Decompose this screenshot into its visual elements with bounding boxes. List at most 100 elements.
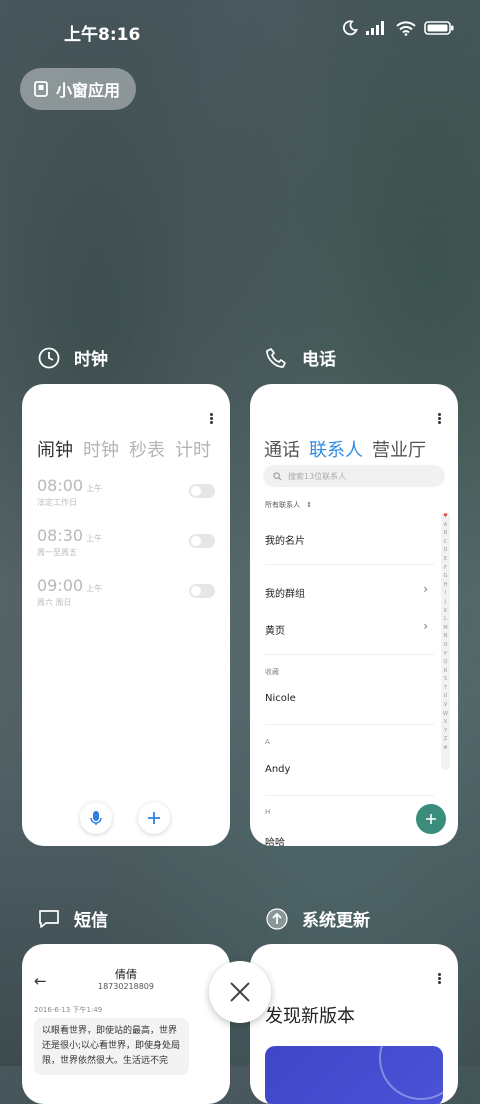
- sort-icon: ⇕: [306, 501, 313, 509]
- alphabet-index-letter[interactable]: P: [441, 650, 450, 659]
- alarm-repeat: 周一至周五: [37, 548, 77, 557]
- tab-stopwatch[interactable]: 秒表: [129, 436, 165, 462]
- wifi-icon: [396, 20, 416, 36]
- alarm-time: 09:00: [37, 576, 84, 595]
- voice-alarm-button[interactable]: [80, 802, 112, 834]
- banner-decoration: [379, 1046, 443, 1100]
- alphabet-index-letter[interactable]: R: [441, 667, 450, 676]
- divider: [265, 654, 434, 655]
- alphabet-index-letter[interactable]: O: [441, 641, 450, 650]
- alphabet-index-letter[interactable]: F: [441, 564, 450, 573]
- alarm-toggle[interactable]: [189, 584, 215, 598]
- alphabet-index-letter[interactable]: N: [441, 632, 450, 641]
- alarm-repeat: 周六 周日: [37, 598, 72, 607]
- close-icon: [230, 982, 250, 1002]
- microphone-icon: [90, 811, 102, 825]
- contact-andy[interactable]: Andy: [265, 764, 290, 775]
- alphabet-index-letter[interactable]: E: [441, 555, 450, 564]
- my-groups-item[interactable]: 我的群组: [265, 585, 305, 600]
- update-app-card[interactable]: 发现新版本: [250, 944, 458, 1104]
- alphabet-index-letter[interactable]: ♥: [441, 512, 450, 521]
- sms-message-bubble[interactable]: 以眼看世界，即使站的最高，世界还是很小;以心看世界，即使身处局限，世界依然很大。…: [34, 1018, 189, 1075]
- alphabet-index-letter[interactable]: K: [441, 607, 450, 616]
- system-update-icon: [266, 907, 288, 930]
- tab-calls[interactable]: 通话: [264, 436, 300, 462]
- alphabet-index-letter[interactable]: M: [441, 624, 450, 633]
- clock-app-header[interactable]: 时钟: [38, 345, 108, 370]
- contact-search-input[interactable]: 搜索13位联系人: [263, 465, 445, 487]
- sms-app-header[interactable]: 短信: [38, 906, 108, 931]
- alphabet-index-letter[interactable]: #: [441, 744, 450, 753]
- alarm-toggle[interactable]: [189, 484, 215, 498]
- alarm-time: 08:30: [37, 526, 84, 545]
- alphabet-index-letter[interactable]: U: [441, 692, 450, 701]
- section-h-label: H: [265, 808, 271, 816]
- update-app-header[interactable]: 系统更新: [266, 906, 370, 931]
- alarm-toggle[interactable]: [189, 534, 215, 548]
- sms-contact-name: 倩倩: [115, 968, 137, 981]
- contact-nicole[interactable]: Nicole: [265, 693, 296, 704]
- contact-haha[interactable]: 哈哈: [265, 834, 285, 846]
- clock-app-name: 时钟: [74, 350, 108, 370]
- alphabet-index-letter[interactable]: J: [441, 598, 450, 607]
- alphabet-index-letter[interactable]: W: [441, 710, 450, 719]
- plus-icon: [426, 814, 436, 824]
- tab-timer[interactable]: 计时: [175, 436, 211, 462]
- moon-icon: [342, 20, 358, 36]
- divider: [265, 795, 434, 796]
- phone-app-card[interactable]: 通话 联系人 营业厅 搜索13位联系人 所有联系人 ⇕ 我的名片 我的群组 › …: [250, 384, 458, 846]
- alphabet-index-letter[interactable]: L: [441, 615, 450, 624]
- more-options-icon[interactable]: [438, 412, 442, 425]
- alphabet-index-letter[interactable]: Y: [441, 727, 450, 736]
- my-card-item[interactable]: 我的名片: [265, 532, 305, 547]
- update-banner: [265, 1046, 443, 1104]
- alphabet-index-letter[interactable]: G: [441, 572, 450, 581]
- phone-app-header[interactable]: 电话: [266, 345, 336, 370]
- phone-icon: [266, 347, 286, 368]
- sms-contact-number: 18730218809: [98, 982, 154, 991]
- alphabet-index-letter[interactable]: B: [441, 529, 450, 538]
- tab-service-hall[interactable]: 营业厅: [372, 436, 426, 462]
- filter-label: 所有联系人: [265, 501, 300, 509]
- contact-filter-dropdown[interactable]: 所有联系人 ⇕: [265, 500, 312, 510]
- yellow-pages-item[interactable]: 黄页: [265, 622, 285, 637]
- tab-alarm[interactable]: 闹钟: [37, 436, 73, 462]
- alphabet-index-letter[interactable]: Q: [441, 658, 450, 667]
- alphabet-index-letter[interactable]: V: [441, 701, 450, 710]
- tab-contacts[interactable]: 联系人: [309, 436, 363, 462]
- tab-clock[interactable]: 时钟: [83, 436, 119, 462]
- alphabet-index-letter[interactable]: H: [441, 581, 450, 590]
- more-options-icon[interactable]: [438, 972, 442, 985]
- alphabet-index-letter[interactable]: I: [441, 589, 450, 598]
- alarm-ampm: 上午: [86, 534, 103, 543]
- alphabet-index-letter[interactable]: C: [441, 538, 450, 547]
- close-all-button[interactable]: [209, 961, 271, 1023]
- alphabet-index-letter[interactable]: D: [441, 546, 450, 555]
- clock-tabs: 闹钟 时钟 秒表 计时: [37, 436, 211, 462]
- status-time: 上午8:16: [64, 25, 141, 45]
- divider: [265, 564, 434, 565]
- small-window-apps-button[interactable]: 小窗应用: [20, 68, 137, 110]
- sms-app-card[interactable]: ← 倩倩 18730218809 2016-6-13 下午1:49 以眼看世界，…: [22, 944, 230, 1104]
- clock-icon: [38, 347, 60, 368]
- signal-icon: [366, 21, 384, 35]
- sms-app-name: 短信: [74, 911, 108, 931]
- battery-icon: [424, 21, 454, 35]
- section-a-label: A: [265, 738, 270, 746]
- chevron-right-icon: ›: [423, 619, 428, 633]
- alarm-time: 08:00: [37, 476, 84, 495]
- add-contact-button[interactable]: [416, 804, 446, 834]
- add-alarm-button[interactable]: [138, 802, 170, 834]
- alarm-repeat: 法定工作日: [37, 498, 77, 507]
- alphabet-index-letter[interactable]: X: [441, 718, 450, 727]
- clock-app-card[interactable]: 闹钟 时钟 秒表 计时 08:00 上午 法定工作日 08:30 上午 周一至周五 …: [22, 384, 230, 846]
- phone-tabs: 通话 联系人 营业厅: [264, 436, 426, 462]
- alphabet-index-letter[interactable]: Z: [441, 735, 450, 744]
- alphabet-index-letter[interactable]: T: [441, 684, 450, 693]
- alphabet-index-letter[interactable]: S: [441, 675, 450, 684]
- status-bar: 上午8:16: [0, 0, 480, 60]
- more-options-icon[interactable]: [210, 412, 214, 425]
- alphabet-index-scrollbar[interactable]: ♥ A B C D E F G H I J K L M N O P Q R S T U V W X Y Z #: [441, 512, 450, 770]
- alphabet-index-letter[interactable]: A: [441, 521, 450, 530]
- chevron-right-icon: ›: [423, 582, 428, 596]
